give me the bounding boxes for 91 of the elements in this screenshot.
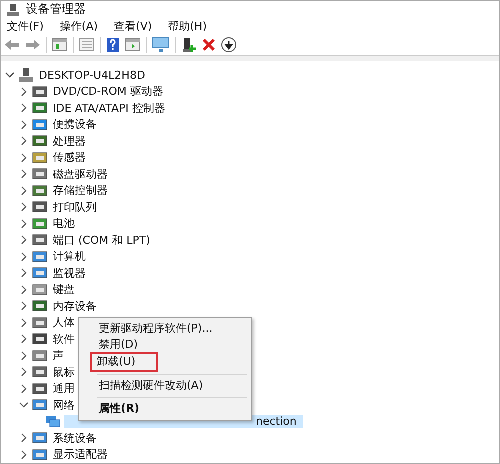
- tree-item[interactable]: 人体: [51, 315, 77, 330]
- device-icon: [32, 365, 48, 380]
- device-icon: [32, 167, 48, 182]
- chevron-icon[interactable]: [19, 136, 29, 146]
- tree-item[interactable]: 端口 (COM 和 LPT): [51, 232, 152, 248]
- chevron-icon[interactable]: [19, 400, 29, 410]
- tree-item[interactable]: 监视器: [51, 266, 88, 281]
- chevron-icon[interactable]: [19, 334, 29, 344]
- device-icon: [32, 382, 48, 396]
- chevron-icon[interactable]: [19, 186, 29, 196]
- device-icon: [32, 200, 48, 214]
- chevron-icon[interactable]: [19, 103, 29, 114]
- menu-item[interactable]: 帮助(H): [168, 19, 207, 34]
- context-menu-item[interactable]: 更新驱动程序软件(P)...: [81, 321, 249, 337]
- chevron-icon[interactable]: [19, 367, 29, 378]
- device-icon: [32, 282, 48, 297]
- device-icon: [32, 398, 48, 412]
- window-icon[interactable]: [52, 38, 68, 52]
- chevron-icon[interactable]: [19, 235, 29, 246]
- device-icon: [32, 150, 48, 165]
- context-menu-item[interactable]: 禁用(D): [81, 337, 249, 353]
- tree-item[interactable]: 显示适配器: [51, 447, 110, 462]
- chevron-icon[interactable]: [19, 284, 29, 295]
- tree-item[interactable]: 通用: [51, 381, 77, 396]
- tree-item[interactable]: 计算机: [51, 249, 88, 264]
- tree-item[interactable]: 鼠标: [51, 364, 77, 380]
- chevron-icon[interactable]: [19, 218, 29, 229]
- device-add-icon[interactable]: [181, 37, 197, 54]
- tree-item[interactable]: 便携设备: [51, 117, 99, 132]
- window-icon[interactable]: [125, 38, 141, 52]
- device-icon: [32, 134, 48, 148]
- device-icon: [32, 431, 48, 446]
- device-icon: [32, 184, 48, 198]
- device-icon: [32, 348, 48, 363]
- tree-item[interactable]: 网络: [51, 398, 77, 413]
- chevron-icon[interactable]: [19, 433, 29, 444]
- tree-item[interactable]: 声: [51, 348, 66, 364]
- menu-item[interactable]: 查看(V): [114, 19, 152, 34]
- tree-item[interactable]: DESKTOP-U4L2H8D: [37, 68, 148, 82]
- device-icon: [32, 233, 48, 248]
- tree-item[interactable]: 键盘: [51, 282, 77, 298]
- help-icon[interactable]: [106, 37, 120, 54]
- device-icon: [32, 299, 48, 314]
- chevron-icon[interactable]: [19, 152, 29, 163]
- tree-item[interactable]: 存储控制器: [51, 183, 110, 198]
- chevron-icon[interactable]: [5, 70, 15, 80]
- device-icon: [32, 118, 48, 132]
- tree-item[interactable]: 系统设备: [51, 430, 99, 446]
- device-icon: [32, 332, 48, 346]
- computer-icon: [6, 2, 20, 16]
- chevron-icon[interactable]: [19, 268, 29, 278]
- chevron-icon[interactable]: [19, 120, 29, 130]
- tree-item[interactable]: 软件: [51, 332, 77, 347]
- device-icon: [32, 101, 48, 116]
- chevron-icon[interactable]: [19, 86, 29, 97]
- chevron-icon[interactable]: [19, 384, 29, 394]
- computer-icon: [18, 67, 34, 84]
- close-icon[interactable]: [202, 38, 216, 52]
- chevron-icon[interactable]: [19, 202, 29, 212]
- tree-item[interactable]: 电池: [51, 216, 77, 232]
- tree-item[interactable]: 传感器: [51, 150, 88, 166]
- chevron-icon[interactable]: [19, 252, 29, 262]
- context-menu-item[interactable]: 扫描检测硬件改动(A): [81, 378, 249, 394]
- tree-item[interactable]: 打印队列: [51, 200, 99, 215]
- device-icon: [32, 266, 48, 280]
- tree-item[interactable]: 处理器: [51, 134, 88, 149]
- context-menu-item[interactable]: 属性(R): [81, 401, 249, 417]
- chevron-icon[interactable]: [19, 350, 29, 361]
- device-icon: [32, 316, 48, 330]
- device-icon: [32, 84, 48, 99]
- chevron-icon[interactable]: [19, 301, 29, 312]
- monitor-icon[interactable]: [152, 37, 170, 54]
- window-title: 设备管理器: [26, 1, 86, 18]
- list-icon[interactable]: [79, 38, 95, 52]
- back-arrow-icon[interactable]: [4, 38, 20, 52]
- chevron-icon[interactable]: [19, 318, 29, 328]
- tree-item[interactable]: 内存设备: [51, 298, 99, 314]
- network-icon: [45, 414, 61, 429]
- menu-item[interactable]: 操作(A): [60, 19, 98, 34]
- device-icon: [32, 216, 48, 231]
- forward-arrow-icon[interactable]: [25, 38, 41, 52]
- chevron-icon[interactable]: [19, 450, 29, 460]
- tree-item[interactable]: IDE ATA/ATAPI 控制器: [51, 100, 168, 116]
- menu-item[interactable]: 文件(F): [7, 19, 44, 34]
- chevron-icon[interactable]: [19, 169, 29, 180]
- tree-item[interactable]: 磁盘驱动器: [51, 166, 110, 182]
- tree-item[interactable]: DVD/CD-ROM 驱动器: [51, 84, 166, 100]
- device-icon: [32, 448, 48, 462]
- context-menu-item[interactable]: 卸载(U): [91, 353, 157, 371]
- download-circle-icon[interactable]: [221, 37, 237, 54]
- device-icon: [32, 250, 48, 264]
